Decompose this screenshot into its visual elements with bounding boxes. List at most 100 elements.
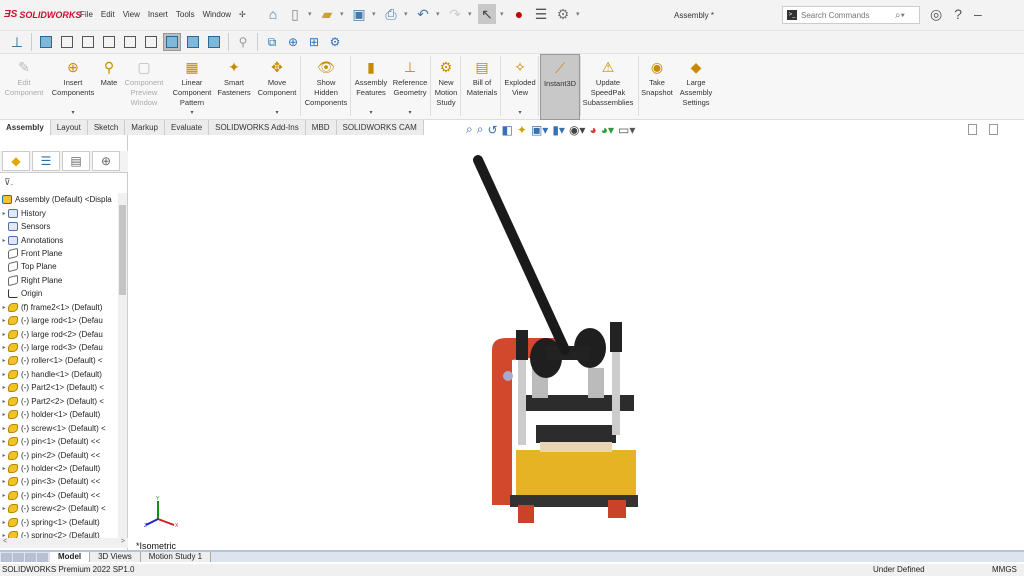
tab-sketch[interactable]: Sketch (87, 120, 126, 135)
expand-arrow-icon[interactable]: ▸ (0, 438, 8, 445)
tree-item[interactable]: ▸ History (0, 206, 118, 219)
expand-arrow-icon[interactable]: ▸ (0, 331, 8, 338)
ribbon-update-speedpak-subassemblies[interactable]: ⚠ Update SpeedPak Subassemblies (582, 54, 634, 120)
expand-arrow-icon[interactable]: ▸ (0, 452, 8, 459)
ribbon-smart-fasteners[interactable]: ✦ Smart Fasteners (214, 54, 254, 120)
help-icon[interactable]: ? (954, 6, 962, 23)
edit-appearance-icon[interactable]: ◕ (589, 123, 596, 137)
tree-item[interactable]: ▸ (-) holder<2> (Default) (0, 462, 118, 475)
scrollbar-thumb[interactable] (119, 205, 126, 295)
expand-arrow-icon[interactable]: ▸ (0, 411, 8, 418)
shaded-view-icon[interactable] (37, 33, 55, 51)
expand-arrow-icon[interactable]: ▸ (0, 505, 8, 512)
tree-item[interactable]: Top Plane (0, 260, 118, 273)
tree-item[interactable]: ▸ (-) Part2<2> (Default) < (0, 395, 118, 408)
configuration-manager-tab-icon[interactable]: ▤ (62, 151, 90, 171)
tree-item[interactable]: Right Plane (0, 274, 118, 287)
chevron-down-icon[interactable]: ▾ (408, 108, 411, 118)
chevron-down-icon[interactable]: ▾ (372, 10, 378, 18)
print-icon[interactable]: ⎙ (382, 4, 400, 24)
ribbon-component-preview-window[interactable]: ▢ Component Preview Window (122, 54, 166, 120)
section-view-icon[interactable] (142, 33, 160, 51)
bottom-tab-3d-views[interactable]: 3D Views (90, 552, 141, 562)
ribbon-take-snapshot[interactable]: ◉ Take Snapshot (640, 54, 674, 120)
expand-arrow-icon[interactable]: ▸ (0, 371, 8, 378)
expand-arrow-icon[interactable]: ▸ (0, 317, 8, 324)
search-input[interactable] (801, 10, 891, 20)
undo-icon[interactable]: ↶ (414, 4, 432, 24)
display-style-icon[interactable]: ▮▾ (552, 123, 565, 137)
menu-tools[interactable]: Tools (176, 10, 195, 19)
chevron-down-icon[interactable]: ▾ (518, 108, 521, 118)
ribbon-exploded-view[interactable]: ✧ Exploded View ▾ (502, 54, 538, 120)
trimetric-view-icon[interactable] (184, 33, 202, 51)
tree-item[interactable]: ▸ Annotations (0, 233, 118, 246)
tree-item[interactable]: ▸ (-) screw<1> (Default) < (0, 421, 118, 434)
dimxpert-manager-tab-icon[interactable]: ⊕ (92, 151, 120, 171)
expand-arrow-icon[interactable]: ▸ (0, 519, 8, 526)
redo-icon[interactable]: ↷ (446, 4, 464, 24)
tree-item[interactable]: ▸ (-) pin<2> (Default) << (0, 448, 118, 461)
tree-item[interactable]: Front Plane (0, 247, 118, 260)
file-properties-icon[interactable]: ☰ (532, 4, 550, 24)
menu-window[interactable]: Window (203, 10, 231, 19)
apply-scene-icon[interactable]: ◕▾ (601, 123, 614, 137)
menu-insert[interactable]: Insert (148, 10, 168, 19)
chevron-down-icon[interactable]: ▾ (340, 10, 346, 18)
expand-arrow-icon[interactable]: ▸ (0, 478, 8, 485)
tab-solidworks-add-ins[interactable]: SOLIDWORKS Add-Ins (209, 120, 306, 135)
hidden-lines-removed-icon[interactable] (100, 33, 118, 51)
isometric-view-icon[interactable] (163, 33, 181, 51)
zoom-to-fit-icon[interactable]: ⌕ (466, 122, 473, 137)
filter-icon[interactable]: ⊽. (4, 177, 13, 188)
ribbon-insert-components[interactable]: ⊕ Insert Components ▾ (50, 54, 96, 120)
ribbon-show-hidden-components[interactable]: 👁 Show Hidden Components (304, 54, 348, 120)
tree-horizontal-scrollbar[interactable]: < > (0, 538, 128, 548)
units-system[interactable]: MMGS (992, 564, 1017, 576)
chevron-down-icon[interactable]: ▾ (308, 10, 314, 18)
chevron-down-icon[interactable]: ▾ (468, 10, 474, 18)
expand-arrow-icon[interactable]: ▸ (0, 384, 8, 391)
chevron-down-icon[interactable]: ▾ (71, 108, 74, 118)
chevron-down-icon[interactable]: ▾ (436, 10, 442, 18)
folder-icon[interactable]: ⊞ (305, 33, 323, 51)
rebuild-traffic-light-icon[interactable]: ● (510, 4, 528, 24)
user-account-icon[interactable]: ◎ (930, 6, 942, 23)
expand-arrow-icon[interactable]: ▸ (0, 465, 8, 472)
expand-arrow-icon[interactable]: ▸ (0, 492, 8, 499)
chevron-down-icon[interactable]: ▾ (275, 108, 278, 118)
zoom-to-area-icon[interactable]: ⌕ (477, 122, 484, 137)
dynamic-annotation-icon[interactable]: ✦ (517, 123, 527, 137)
tree-item[interactable]: Assembly (Default) <Displa (0, 193, 118, 206)
tree-item[interactable]: ▸ (-) large rod<1> (Defau (0, 314, 118, 327)
minimize-icon[interactable]: – (974, 6, 982, 23)
expand-arrow-icon[interactable]: ▸ (0, 237, 8, 244)
ribbon-new-motion-study[interactable]: ⚙ New Motion Study (432, 54, 460, 120)
home-icon[interactable]: ⌂ (264, 4, 282, 24)
tab-markup[interactable]: Markup (125, 120, 165, 135)
tree-item[interactable]: ▸ (-) Part2<1> (Default) < (0, 381, 118, 394)
search-commands[interactable]: >_ ⌕▾ (782, 6, 920, 24)
tab-solidworks-cam[interactable]: SOLIDWORKS CAM (336, 120, 424, 135)
tree-item[interactable]: ▸ (-) pin<1> (Default) << (0, 435, 118, 448)
menu-view[interactable]: View (123, 10, 140, 19)
settings-gear-icon[interactable]: ⚙ (326, 33, 344, 51)
expand-arrow-icon[interactable]: ▸ (0, 210, 8, 217)
select-arrow-icon[interactable]: ↖ (478, 4, 496, 24)
expand-arrow-icon[interactable]: ▸ (0, 425, 8, 432)
wireframe-icon[interactable] (79, 33, 97, 51)
new-document-icon[interactable]: ▯ (286, 4, 304, 24)
hand-press-3d-model[interactable] (440, 150, 650, 537)
tree-item[interactable]: ▸ (-) roller<1> (Default) < (0, 354, 118, 367)
menu-file[interactable]: File (80, 10, 93, 19)
expand-arrow-icon[interactable]: ▸ (0, 398, 8, 405)
ribbon-move-component[interactable]: ✥ Move Component ▾ (256, 54, 298, 120)
screen-capture-icon[interactable]: ⧉ (263, 33, 281, 51)
previous-view-icon[interactable]: ↺ (487, 123, 497, 137)
ribbon-edit-component[interactable]: ✎ Edit Component (0, 54, 48, 120)
open-folder-icon[interactable]: ▰ (318, 4, 336, 24)
flashlight-icon[interactable]: ⚲ (234, 33, 252, 51)
draft-quality-icon[interactable] (121, 33, 139, 51)
collapse-right-panel-icon[interactable] (989, 124, 998, 135)
tab-assembly[interactable]: Assembly (0, 120, 51, 135)
